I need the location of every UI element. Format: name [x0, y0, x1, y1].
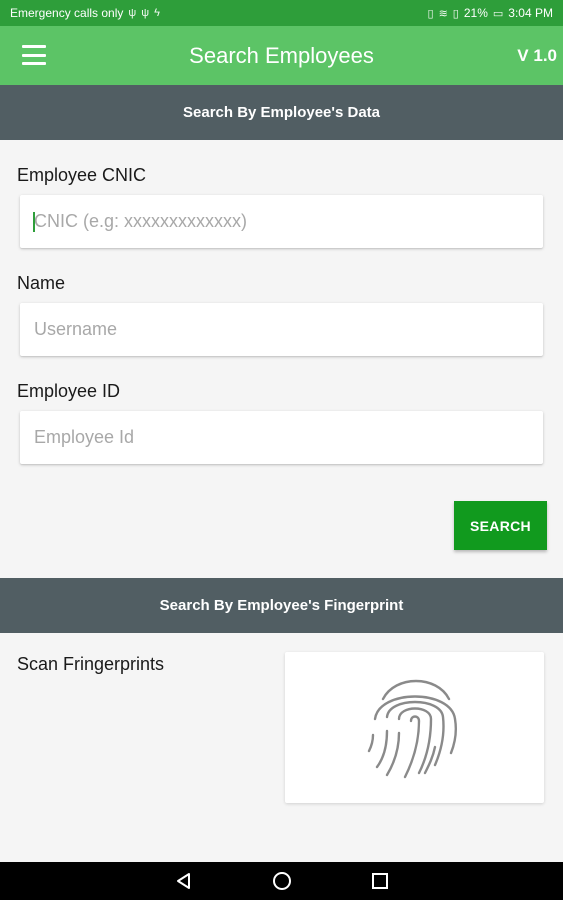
sim-icon: ▯ [452, 7, 459, 20]
data-section-header: Search By Employee's Data [0, 85, 563, 140]
usb-icon: ψ [141, 7, 150, 19]
search-button[interactable]: SEARCH [454, 501, 547, 550]
system-nav-bar [0, 862, 563, 900]
status-right: ▯ ≋ ▯ 21% ▭ 3:04 PM [428, 6, 553, 20]
text-cursor [33, 212, 35, 232]
name-input[interactable] [20, 303, 543, 356]
clock: 3:04 PM [508, 6, 553, 20]
fingerprint-section-header: Search By Employee's Fingerprint [0, 578, 563, 633]
name-field-card [20, 303, 543, 356]
recents-icon[interactable] [366, 867, 394, 895]
usb-icon: ψ [128, 7, 137, 19]
version-label: V 1.0 [517, 45, 557, 65]
fingerprint-icon [367, 679, 457, 778]
battery-percent: 21% [463, 6, 488, 20]
name-label: Name [17, 273, 66, 293]
wifi-icon: ≋ [438, 7, 448, 20]
cnic-input[interactable] [20, 195, 543, 248]
hamburger-icon[interactable] [22, 45, 46, 65]
back-icon[interactable] [170, 867, 198, 895]
cnic-label: Employee CNIC [17, 165, 147, 185]
home-icon[interactable] [268, 867, 296, 895]
cnic-field-card [20, 195, 543, 248]
carrier-text: Emergency calls only [10, 6, 124, 20]
employee-id-input[interactable] [20, 411, 543, 464]
status-bar: Emergency calls only ψ ψ ϟ ▯ ≋ ▯ 21% ▭ 3… [0, 0, 563, 26]
scan-fingerprints-label: Scan Fringerprints [17, 654, 165, 674]
status-left: Emergency calls only ψ ψ ϟ [10, 6, 160, 20]
employee-id-field-card [20, 411, 543, 464]
battery-icon: ▭ [492, 7, 504, 20]
vibrate-icon: ▯ [427, 7, 434, 20]
app-bar: Search Employees V 1.0 [0, 26, 563, 85]
bolt-icon: ϟ [154, 7, 160, 19]
employee-id-label: Employee ID [17, 381, 121, 401]
fingerprint-scan-area[interactable] [285, 652, 544, 803]
page-title: Search Employees [189, 42, 374, 68]
